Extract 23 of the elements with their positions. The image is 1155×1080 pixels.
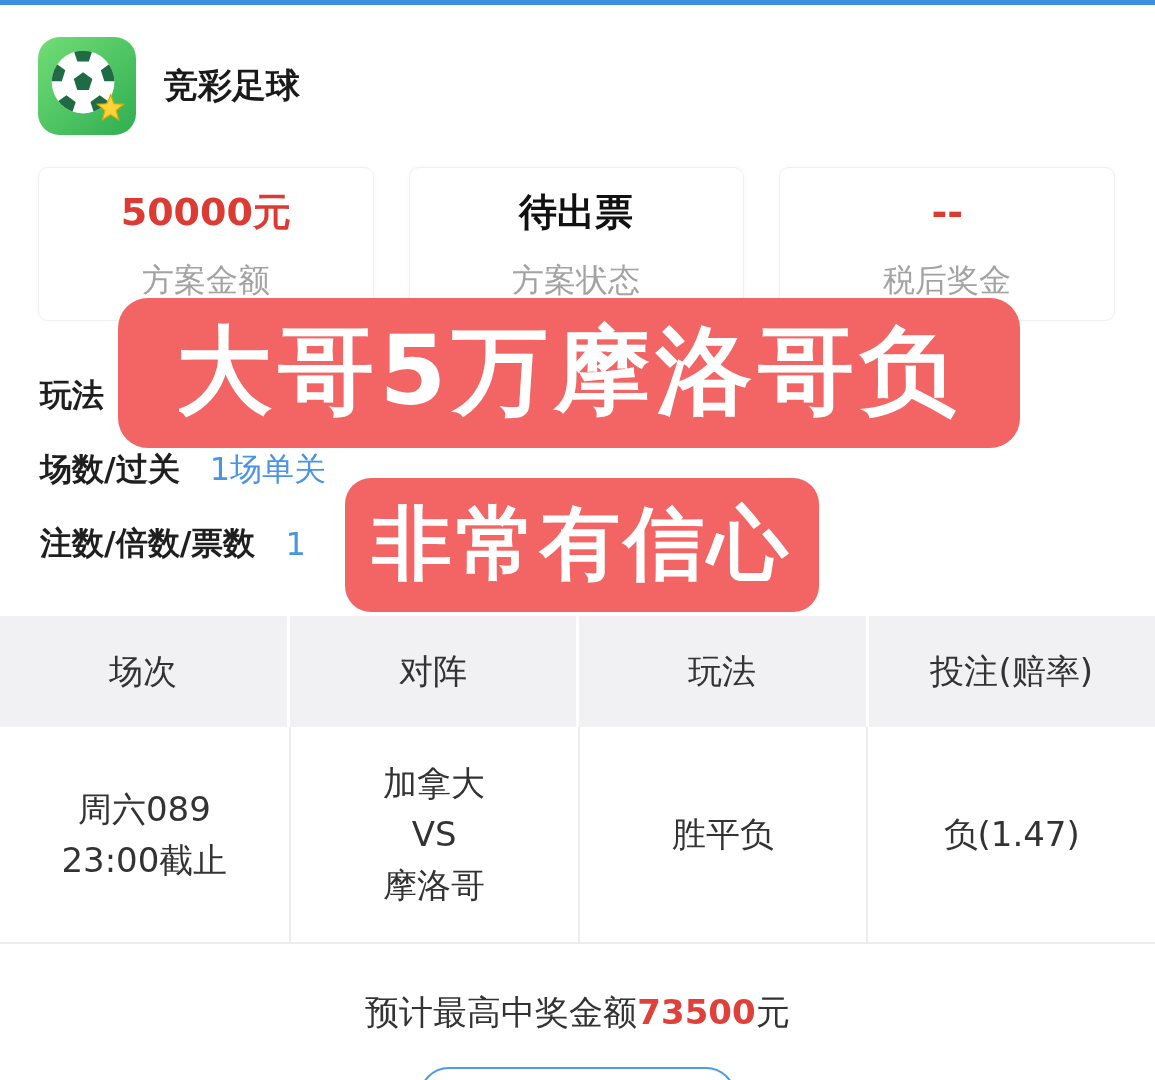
table-cell: 加拿大 VS 摩洛哥 bbox=[288, 727, 578, 942]
table-cell: 胜平负 bbox=[577, 727, 867, 942]
summary-value: 50000元 bbox=[120, 189, 291, 236]
summary-value: 待出票 bbox=[519, 189, 634, 236]
caption-banner: 大哥5万摩洛哥负 bbox=[118, 298, 1020, 448]
max-prize-text: 预计最高中奖金额73500元 bbox=[365, 992, 790, 1032]
column-header: 玩法 bbox=[579, 616, 866, 727]
detail-value: 1场单关 bbox=[209, 449, 327, 490]
table-cell-text: 周六089 23:00截止 bbox=[60, 787, 229, 882]
detail-label: 注数/倍数/票数 bbox=[40, 523, 256, 564]
summary-label: 方案金额 bbox=[141, 260, 270, 301]
column-header: 场次 bbox=[0, 616, 287, 727]
summary-label: 方案状态 bbox=[512, 260, 641, 301]
summary-value: -- bbox=[931, 189, 963, 236]
column-header: 投注(赔率) bbox=[868, 616, 1155, 727]
summary-label: 税后奖金 bbox=[883, 260, 1012, 301]
detail-label: 场数/过关 bbox=[40, 449, 180, 490]
column-header: 对阵 bbox=[289, 616, 576, 727]
detail-label: 玩法 bbox=[40, 375, 104, 416]
caption-banner: 非常有信心 bbox=[345, 478, 819, 612]
detail-value: 1 bbox=[285, 525, 306, 563]
table-cell: 负(1.47) bbox=[866, 727, 1155, 942]
app-title: 竞彩足球 bbox=[164, 64, 300, 107]
